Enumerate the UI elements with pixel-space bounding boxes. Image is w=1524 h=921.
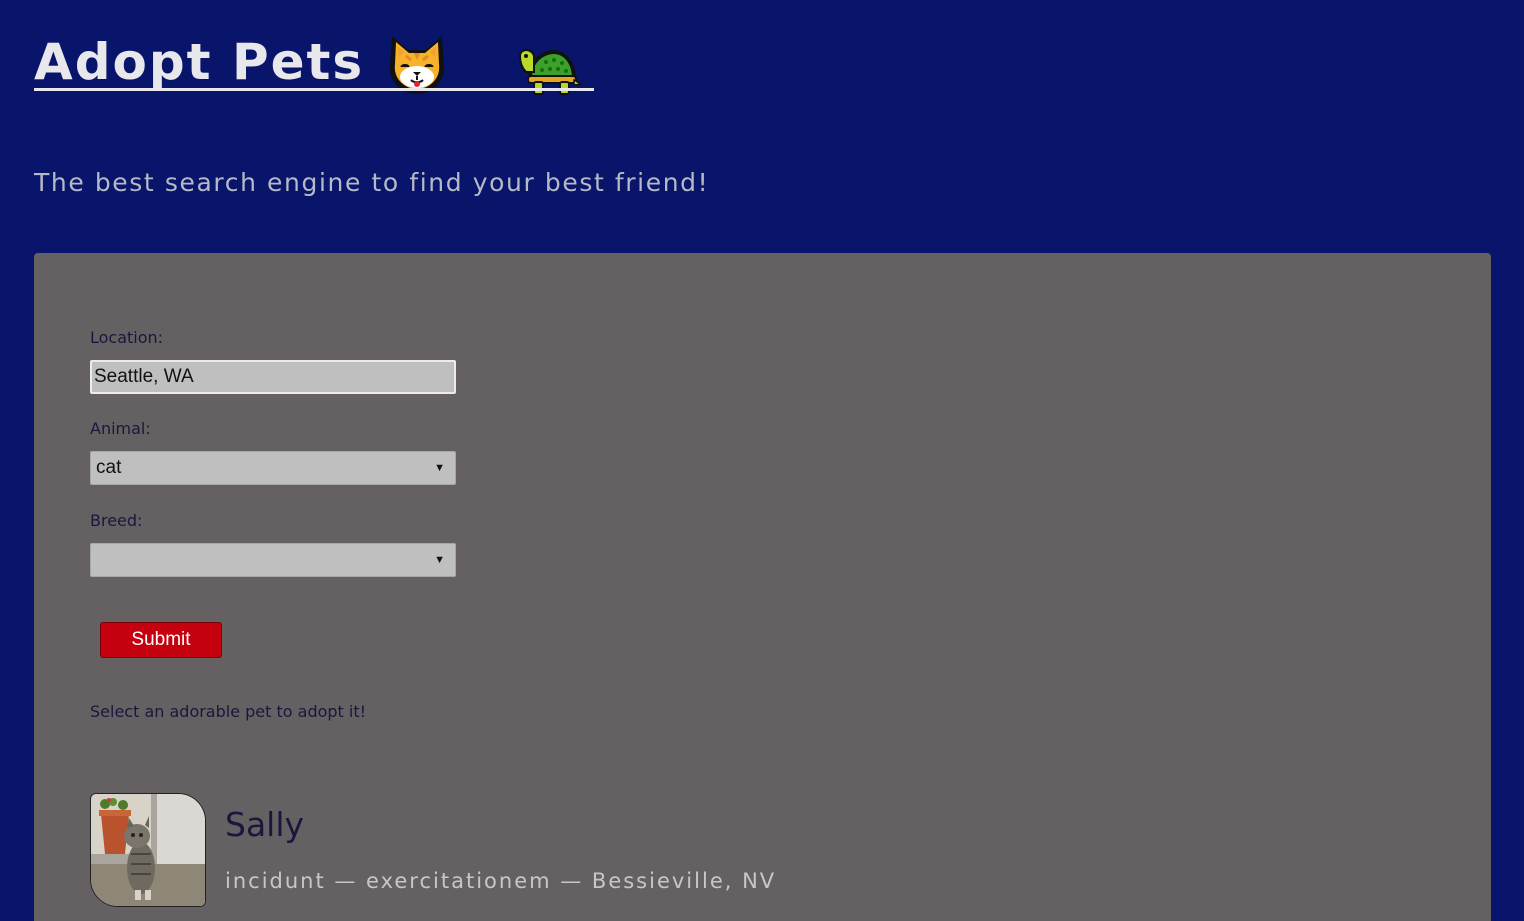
animal-label: Animal: <box>90 419 151 438</box>
submit-button[interactable]: Submit <box>100 622 222 658</box>
breed-label: Breed: <box>90 511 143 530</box>
pet-photo[interactable] <box>90 793 206 907</box>
title-underline <box>34 88 594 91</box>
animal-select-value: cat <box>96 457 122 478</box>
site-title[interactable]: Adopt Pets <box>34 32 364 92</box>
dropdown-arrow-icon: ▼ <box>434 462 445 474</box>
pet-details: incidunt — exercitationem — Bessieville,… <box>225 869 777 893</box>
cat-photo-image <box>91 794 205 906</box>
cat-face-icon <box>389 36 445 94</box>
location-label: Location: <box>90 328 164 347</box>
tagline: The best search engine to find your best… <box>34 168 710 197</box>
header-home-link[interactable]: Adopt Pets <box>34 26 596 96</box>
results-hint: Select an adorable pet to adopt it! <box>90 702 367 721</box>
pet-result-item[interactable]: Sally incidunt — exercitationem — Bessie… <box>90 793 890 913</box>
pet-name: Sally <box>225 805 305 844</box>
search-panel: Location: Seattle, WA Animal: cat ▼ Bree… <box>34 253 1491 921</box>
page: Adopt Pets The best search engine to fin… <box>0 0 1524 921</box>
animal-select[interactable]: cat ▼ <box>90 451 456 485</box>
location-input[interactable]: Seattle, WA <box>90 360 456 394</box>
breed-select[interactable]: ▼ <box>90 543 456 577</box>
dropdown-arrow-icon: ▼ <box>434 554 445 566</box>
